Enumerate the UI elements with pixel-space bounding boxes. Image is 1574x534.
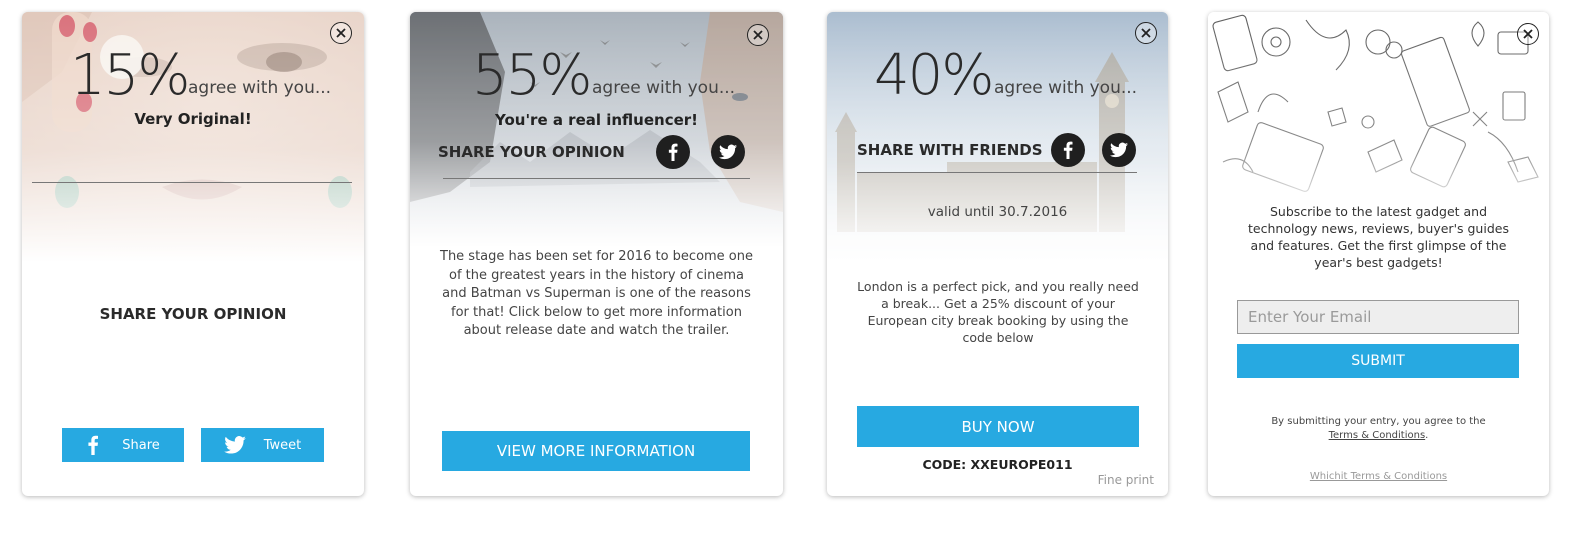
facebook-icon xyxy=(1063,141,1073,159)
divider xyxy=(857,172,1137,173)
close-button[interactable] xyxy=(1135,22,1157,44)
offer-description: London is a perfect pick, and you really… xyxy=(857,279,1139,345)
terms-link[interactable]: Terms & Conditions xyxy=(1329,430,1426,441)
tagline: Very Original! xyxy=(134,110,252,128)
percent-value: 55% xyxy=(472,43,592,108)
twitter-icon xyxy=(1110,142,1128,158)
close-button[interactable] xyxy=(1517,23,1539,45)
poll-result-card-3: 40% agree with you... SHARE WITH FRIENDS… xyxy=(827,12,1168,496)
fine-print-link[interactable]: Fine print xyxy=(1098,473,1154,487)
email-input[interactable] xyxy=(1237,300,1519,334)
share-opinion-heading: SHARE YOUR OPINION xyxy=(438,143,625,161)
movie-background-image xyxy=(410,12,783,247)
newsletter-card: Subscribe to the latest gadget and techn… xyxy=(1208,12,1549,496)
agree-text: agree with you... xyxy=(592,78,736,98)
tweet-label: Tweet xyxy=(263,437,302,453)
facebook-icon xyxy=(668,143,678,161)
discount-code: CODE: XXEUROPE011 xyxy=(922,457,1073,472)
disclaimer-block: By submitting your entry, you agree to t… xyxy=(1208,415,1549,443)
gadget-doodle-background xyxy=(1208,12,1549,212)
facebook-icon xyxy=(88,435,99,455)
twitter-share-button[interactable] xyxy=(711,135,745,169)
percent-value: 40% xyxy=(874,43,994,108)
share-with-friends-heading: SHARE WITH FRIENDS xyxy=(857,141,1043,159)
poll-result-card-1: 15% agree with you... Very Original! SHA… xyxy=(22,12,364,496)
poll-result-card-2: 55% agree with you... You're a real infl… xyxy=(410,12,783,496)
agree-text: agree with you... xyxy=(994,78,1138,98)
close-icon xyxy=(1523,29,1533,39)
close-button[interactable] xyxy=(330,22,352,44)
divider xyxy=(32,182,352,183)
percent-value: 15% xyxy=(70,43,190,108)
facebook-share-button[interactable] xyxy=(656,135,690,169)
tagline: You're a real influencer! xyxy=(494,111,699,129)
divider xyxy=(443,178,750,179)
buy-now-button[interactable]: BUY NOW xyxy=(857,406,1139,447)
close-button[interactable] xyxy=(747,24,769,46)
share-opinion-heading: SHARE YOUR OPINION xyxy=(99,305,287,323)
share-label: Share xyxy=(122,437,160,453)
promo-description: The stage has been set for 2016 to becom… xyxy=(440,249,754,338)
valid-until-text: valid until 30.7.2016 xyxy=(927,204,1068,220)
twitter-icon xyxy=(223,436,246,454)
twitter-icon xyxy=(719,144,737,160)
footer: Whichit Terms & Conditions xyxy=(1208,471,1549,482)
disclaimer-text: By submitting your entry, you agree to t… xyxy=(1271,416,1486,427)
close-icon xyxy=(336,28,346,38)
whichit-terms-link[interactable]: Whichit Terms & Conditions xyxy=(1310,471,1447,482)
twitter-tweet-button[interactable]: Tweet xyxy=(201,428,324,462)
facebook-share-button[interactable] xyxy=(1051,133,1085,167)
twitter-share-button[interactable] xyxy=(1102,133,1136,167)
subscribe-description: Subscribe to the latest gadget and techn… xyxy=(1248,204,1509,270)
close-icon xyxy=(753,30,763,40)
close-icon xyxy=(1141,28,1151,38)
view-more-information-button[interactable]: VIEW MORE INFORMATION xyxy=(442,431,750,471)
agree-text: agree with you... xyxy=(188,78,332,98)
submit-button[interactable]: SUBMIT xyxy=(1237,344,1519,378)
facebook-share-button[interactable]: Share xyxy=(62,428,184,462)
